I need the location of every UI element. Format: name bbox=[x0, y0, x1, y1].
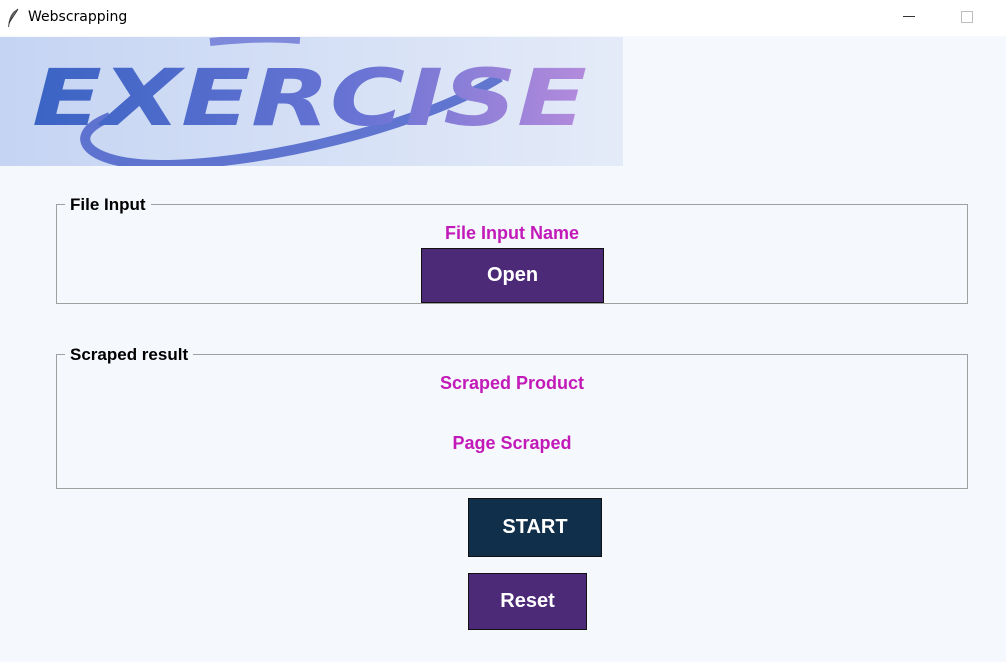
scraped-product-label: Scraped Product bbox=[439, 373, 585, 393]
minimize-button[interactable] bbox=[891, 0, 927, 32]
maximize-button[interactable] bbox=[949, 0, 985, 32]
exercise-logo: EXERCISE bbox=[0, 37, 623, 166]
feather-icon bbox=[6, 8, 20, 28]
start-button[interactable]: START bbox=[468, 498, 602, 557]
page-scraped-label: Page Scraped bbox=[452, 433, 572, 453]
title-bar: Webscrapping bbox=[0, 0, 1006, 36]
file-input-legend: File Input bbox=[65, 195, 151, 215]
window-title: Webscrapping bbox=[28, 9, 128, 25]
reset-button[interactable]: Reset bbox=[468, 573, 587, 630]
exercise-logo-banner: EXERCISE bbox=[0, 37, 623, 166]
open-button[interactable]: Open bbox=[421, 248, 604, 303]
svg-text:EXERCISE: EXERCISE bbox=[32, 54, 587, 144]
scraped-result-legend: Scraped result bbox=[65, 345, 194, 365]
scraped-result-group: Scraped result Scraped Product Page Scra… bbox=[56, 345, 968, 489]
file-input-name-label: File Input Name bbox=[444, 223, 579, 243]
